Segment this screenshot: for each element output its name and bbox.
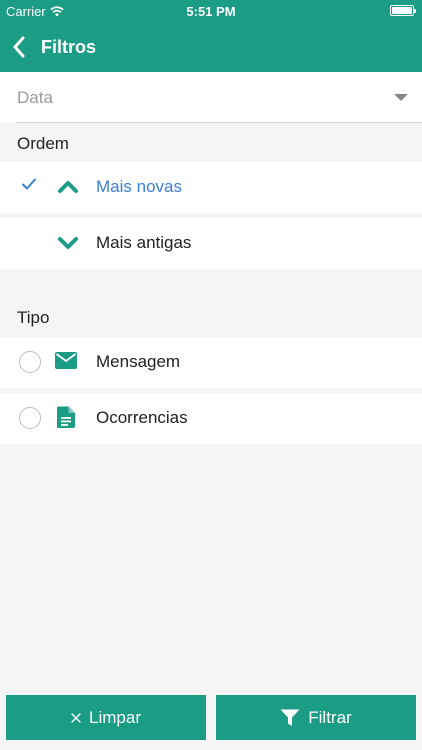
date-dropdown-value: Data [17,88,53,107]
clear-button-label: Limpar [89,707,141,727]
radio-button[interactable] [19,407,41,429]
chevron-up-icon [58,181,78,193]
checkmark-icon [22,178,36,190]
document-icon [57,406,75,428]
chevron-down-icon [58,237,78,249]
type-option-ocorrencias[interactable]: Ocorrencias [0,393,422,444]
filter-button[interactable]: Filtrar [216,695,416,740]
close-icon [71,712,81,723]
battery-icon [390,5,416,16]
page-title: Filtros [41,37,97,57]
caret-down-icon [394,94,408,101]
order-option-label: Mais novas [96,177,182,196]
order-option-oldest[interactable]: Mais antigas [0,218,422,269]
navigation-bar: Filtros [0,22,422,72]
type-option-label: Ocorrencias [96,408,188,427]
tipo-section-label: Tipo [17,308,50,327]
back-button[interactable] [4,30,34,64]
ordem-section-label: Ordem [17,134,69,153]
dropdown-underline [15,122,422,123]
chevron-left-icon [13,36,25,58]
radio-button[interactable] [19,351,41,373]
status-bar: Carrier 5:51 PM [0,0,422,22]
date-sort-dropdown[interactable]: Data [0,72,422,123]
clear-button[interactable]: Limpar [6,695,206,740]
funnel-icon [280,709,300,726]
type-option-label: Mensagem [96,352,181,371]
envelope-icon [55,352,77,369]
order-option-label: Mais antigas [96,233,192,252]
order-option-newest[interactable]: Mais novas [0,162,422,213]
type-option-mensagem[interactable]: Mensagem [0,337,422,388]
filter-button-label: Filtrar [308,707,352,727]
app-header: Carrier 5:51 PM Filtros [0,0,422,72]
status-time: 5:51 PM [186,4,236,19]
